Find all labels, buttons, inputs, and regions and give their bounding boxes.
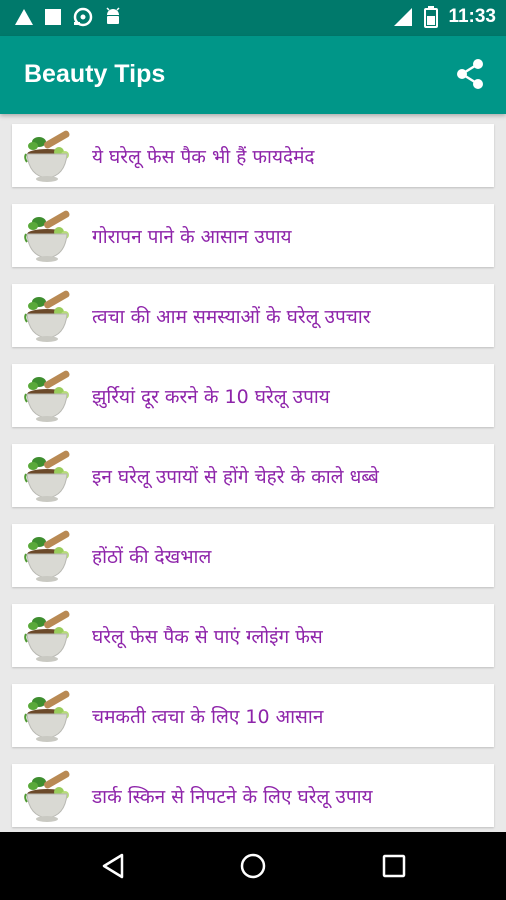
item-thumbnail (18, 124, 80, 187)
item-thumbnail (18, 444, 80, 507)
mortar-pestle-icon (24, 210, 70, 262)
list-item[interactable]: घरेलू फेस पैक से पाएं ग्लोइंग फेस (12, 604, 494, 667)
item-thumbnail (18, 764, 80, 827)
list-item[interactable]: ये घरेलू फेस पैक भी हैं फायदेमंद (12, 124, 494, 187)
back-icon (102, 853, 124, 879)
item-label: होंठों की देखभाल (92, 545, 212, 568)
item-label: त्वचा की आम समस्याओं के घरेलू उपचार (92, 305, 371, 328)
navigation-bar (0, 832, 506, 900)
list-item[interactable]: इन घरेलू उपायों से होंगे चेहरे के काले ध… (12, 444, 494, 507)
app-title: Beauty Tips (24, 60, 166, 88)
home-button[interactable] (237, 850, 269, 882)
item-label: झुर्रियां दूर करने के 10 घरेलू उपाय (92, 385, 330, 408)
status-bar: 11:33 (0, 0, 506, 36)
system-status: 11:33 (392, 6, 496, 28)
tips-list: ये घरेलू फेस पैक भी हैं फायदेमंद गोरापन … (12, 124, 494, 844)
signal-icon (394, 8, 413, 26)
media-icon (73, 7, 93, 27)
share-button[interactable] (452, 56, 488, 92)
share-icon (457, 59, 483, 89)
list-item[interactable]: गोरापन पाने के आसान उपाय (12, 204, 494, 267)
list-item[interactable]: त्वचा की आम समस्याओं के घरेलू उपचार (12, 284, 494, 347)
item-label: डार्क स्किन से निपटने के लिए घरेलू उपाय (92, 785, 373, 808)
recents-button[interactable] (378, 850, 410, 882)
item-thumbnail (18, 524, 80, 587)
app-bar: Beauty Tips (0, 36, 506, 114)
mortar-pestle-icon (24, 290, 70, 342)
notification-icons (14, 7, 122, 27)
mortar-pestle-icon (24, 530, 70, 582)
item-label: चमकती त्वचा के लिए 10 आसान (92, 705, 324, 728)
list-item[interactable]: होंठों की देखभाल (12, 524, 494, 587)
android-icon (106, 7, 120, 24)
list-item[interactable]: चमकती त्वचा के लिए 10 आसान (12, 684, 494, 747)
item-thumbnail (18, 204, 80, 267)
list-item[interactable]: डार्क स्किन से निपटने के लिए घरेलू उपाय (12, 764, 494, 827)
item-thumbnail (18, 364, 80, 427)
mortar-pestle-icon (24, 770, 70, 822)
item-thumbnail (18, 604, 80, 667)
warning-icon (15, 9, 33, 25)
home-icon (240, 853, 266, 879)
stop-icon (45, 9, 61, 25)
list-item[interactable]: झुर्रियां दूर करने के 10 घरेलू उपाय (12, 364, 494, 427)
recents-icon (382, 854, 406, 878)
item-label: घरेलू फेस पैक से पाएं ग्लोइंग फेस (92, 625, 323, 648)
mortar-pestle-icon (24, 610, 70, 662)
clock: 11:33 (448, 6, 496, 27)
mortar-pestle-icon (24, 690, 70, 742)
item-label: गोरापन पाने के आसान उपाय (92, 225, 292, 248)
mortar-pestle-icon (24, 370, 70, 422)
item-thumbnail (18, 684, 80, 747)
item-label: इन घरेलू उपायों से होंगे चेहरे के काले ध… (92, 465, 379, 488)
item-label: ये घरेलू फेस पैक भी हैं फायदेमंद (92, 145, 315, 168)
back-button[interactable] (98, 850, 130, 882)
item-thumbnail (18, 284, 80, 347)
battery-icon (424, 6, 439, 28)
mortar-pestle-icon (24, 130, 70, 182)
mortar-pestle-icon (24, 450, 70, 502)
